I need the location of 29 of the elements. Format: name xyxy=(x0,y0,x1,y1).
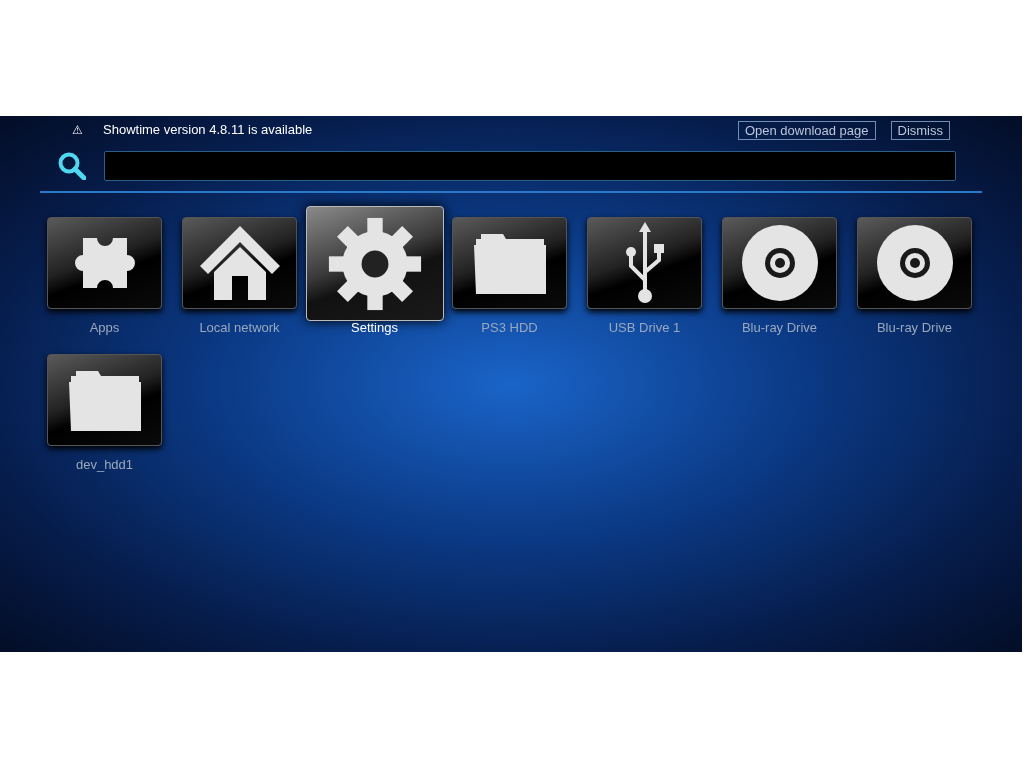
warning-icon: ⚠ xyxy=(72,121,86,139)
media-tile[interactable] xyxy=(47,217,162,309)
media-tile[interactable] xyxy=(857,217,972,309)
media-tile[interactable] xyxy=(587,217,702,309)
media-tile[interactable] xyxy=(722,217,837,309)
folder-icon xyxy=(472,232,547,294)
tile-label: USB Drive 1 xyxy=(608,319,681,337)
folder-icon xyxy=(67,368,142,431)
search-icon[interactable] xyxy=(58,152,86,180)
notification-button[interactable]: Open download page xyxy=(737,120,876,140)
tile-label: dev_hdd1 xyxy=(75,455,134,474)
usb-icon xyxy=(624,222,665,304)
tile-label: Apps xyxy=(89,319,120,337)
tile-label: Local network xyxy=(199,319,280,337)
media-tile[interactable] xyxy=(182,217,297,309)
media-tile[interactable] xyxy=(47,353,162,446)
disc-icon xyxy=(741,225,818,301)
tile-label: PS3 HDD xyxy=(481,319,538,337)
notification-message: Showtime version 4.8.11 is available xyxy=(103,121,313,140)
disc-icon xyxy=(876,225,953,301)
tile-label: Blu-ray Drive xyxy=(741,319,818,337)
tile-label: Blu-ray Drive xyxy=(876,319,953,337)
gear-icon xyxy=(326,215,423,312)
house-icon xyxy=(199,226,280,300)
search-field[interactable] xyxy=(104,151,956,181)
media-tile[interactable] xyxy=(452,217,567,309)
tile-label: Settings xyxy=(351,319,398,337)
media-tile[interactable] xyxy=(305,206,444,321)
notification-button[interactable]: Dismiss xyxy=(890,120,950,140)
